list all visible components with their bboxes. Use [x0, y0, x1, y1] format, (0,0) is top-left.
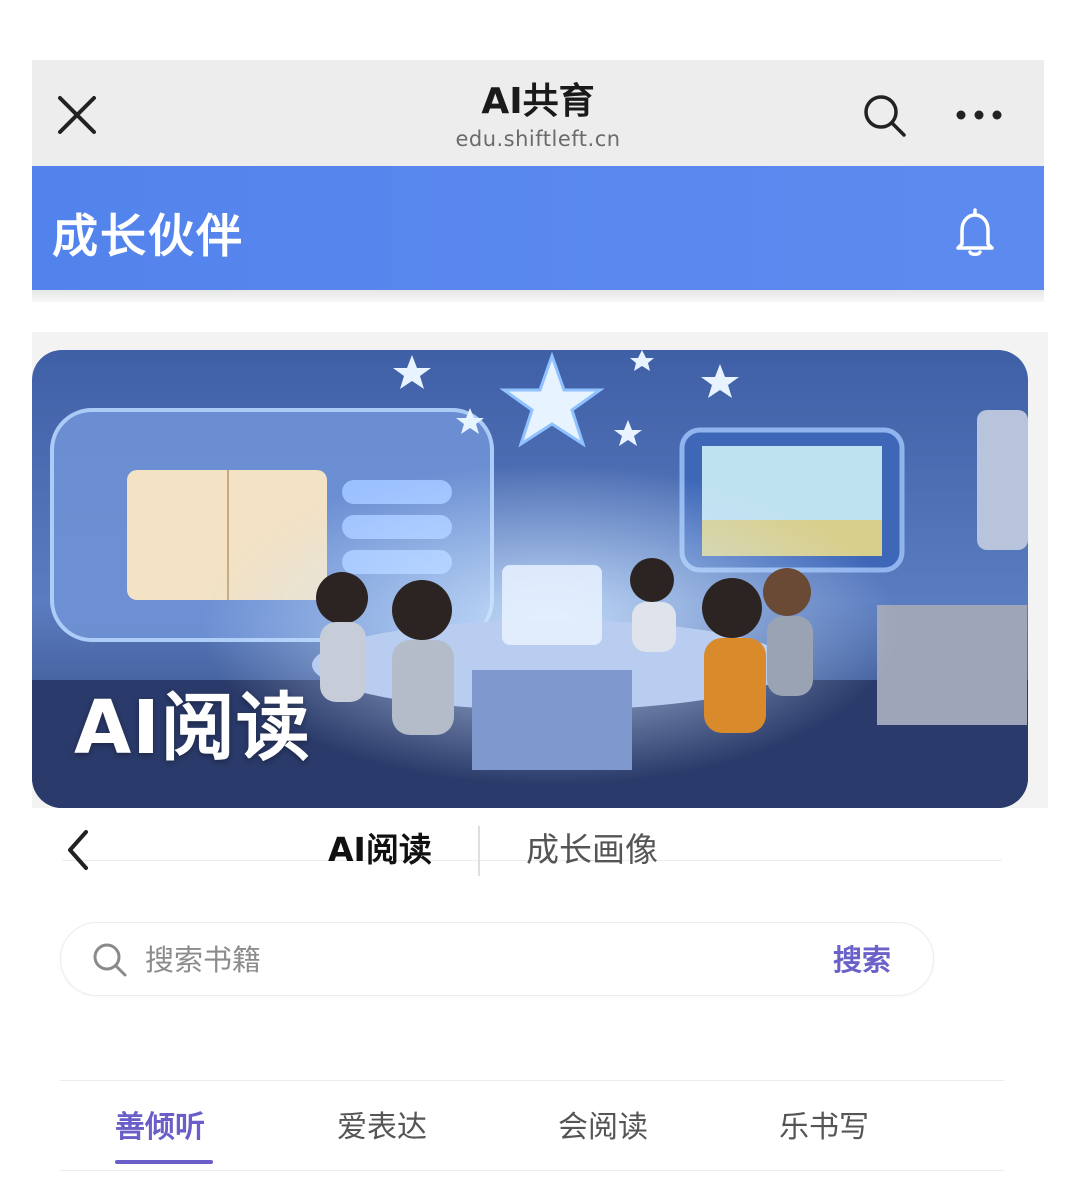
category-tab-expressing[interactable]: 爱表达	[337, 1106, 427, 1150]
search-icon	[93, 943, 127, 977]
browser-search-button[interactable]	[862, 93, 908, 139]
tab-growth-profile[interactable]: 成长画像	[526, 826, 658, 874]
app-header: 成长伙伴	[32, 166, 1044, 290]
bell-icon	[956, 208, 994, 256]
back-button[interactable]	[60, 826, 96, 874]
app-title: 成长伙伴	[52, 209, 244, 263]
more-icon	[956, 110, 1002, 120]
browser-bar: AI共育 edu.shiftleft.cn	[32, 60, 1044, 166]
category-tab-listening[interactable]: 善倾听	[115, 1106, 205, 1150]
more-button[interactable]	[954, 100, 1004, 130]
ai-reading-banner[interactable]: AI阅读	[32, 350, 1028, 808]
search-divider	[60, 1080, 1004, 1081]
chevron-left-icon	[68, 830, 88, 870]
tab-ai-reading[interactable]: AI阅读	[328, 826, 432, 874]
notification-button[interactable]	[950, 206, 1000, 258]
search-input[interactable]	[145, 937, 785, 983]
banner-caption: AI阅读	[74, 685, 311, 771]
tab-separator	[478, 826, 480, 876]
search-button[interactable]: 搜索	[833, 939, 891, 981]
search-bar: 搜索	[60, 922, 934, 996]
category-active-indicator	[115, 1160, 213, 1164]
category-tab-writing[interactable]: 乐书写	[779, 1106, 869, 1150]
category-tab-reading[interactable]: 会阅读	[558, 1106, 648, 1150]
header-shadow	[32, 290, 1044, 302]
search-icon	[864, 95, 906, 137]
category-bottom-divider	[60, 1170, 1004, 1171]
